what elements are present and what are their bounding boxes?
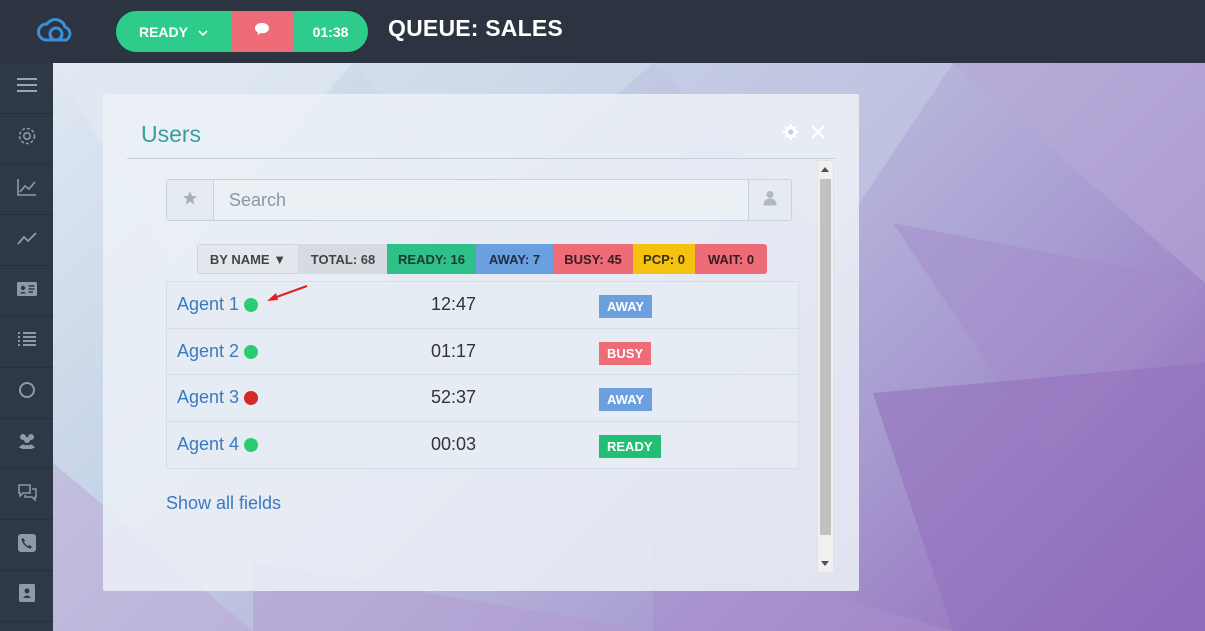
table-row: Agent 2 01:17 BUSY (167, 329, 798, 375)
filter-ready[interactable]: READY: 16 (387, 244, 476, 274)
gear-icon (781, 123, 799, 146)
sort-by-name-button[interactable]: BY NAME ▼ (197, 244, 299, 274)
favorites-button[interactable] (167, 180, 214, 220)
sidebar (0, 63, 53, 631)
gear-icon (16, 125, 38, 152)
chevron-down-icon (198, 24, 208, 40)
sidebar-item-id-card[interactable] (0, 266, 53, 317)
users-panel: Users BY NAME ▼ TOTAL: 68 READY (103, 94, 859, 591)
status-label: READY (138, 23, 188, 40)
id-card-icon (16, 278, 38, 305)
presence-dot (244, 344, 258, 359)
agent-name-link[interactable]: Agent 1 (177, 294, 239, 315)
chat-bubble-icon (254, 22, 270, 41)
close-icon (810, 124, 826, 145)
search-input[interactable] (214, 180, 748, 220)
chat-button[interactable] (231, 11, 293, 52)
agent-status-control: READY 01:38 (116, 11, 368, 52)
panel-close-button[interactable] (808, 124, 828, 144)
agent-name-link[interactable]: Agent 3 (177, 387, 239, 408)
circle-icon (16, 379, 38, 406)
sidebar-item-users[interactable] (0, 419, 53, 470)
sidebar-item-menu[interactable] (0, 63, 53, 114)
panel-tools (780, 123, 828, 146)
status-badge: READY (599, 434, 661, 458)
star-icon (182, 190, 198, 211)
agent-time: 52:37 (431, 387, 477, 407)
status-timer: 01:38 (293, 11, 368, 52)
presence-dot (244, 391, 258, 405)
status-dropdown[interactable]: READY (116, 11, 231, 52)
filter-away[interactable]: AWAY: 7 (476, 244, 553, 274)
filter-wait[interactable]: WAIT: 0 (695, 244, 767, 274)
line-chart-icon (16, 227, 38, 254)
status-badge: BUSY (599, 341, 652, 365)
users-icon (16, 430, 38, 457)
annotation-arrow-icon (267, 285, 308, 301)
panel-settings-button[interactable] (780, 123, 800, 146)
sidebar-item-line-chart[interactable] (0, 215, 53, 267)
agent-name-link[interactable]: Agent 4 (177, 434, 239, 455)
status-badge: AWAY (599, 295, 653, 318)
filter-busy[interactable]: BUSY: 45 (553, 244, 633, 274)
agent-time: 12:47 (431, 294, 477, 314)
sidebar-item-contacts[interactable] (0, 571, 53, 622)
cloud-logo[interactable] (36, 16, 76, 46)
sidebar-item-phone[interactable] (0, 520, 53, 571)
search-bar (166, 179, 792, 221)
phone-icon (16, 532, 38, 559)
filter-pcp[interactable]: PCP: 0 (633, 244, 695, 274)
status-filters: BY NAME ▼ TOTAL: 68 READY: 16 AWAY: 7 BU… (197, 244, 767, 274)
scroll-up-arrow[interactable] (821, 167, 829, 172)
agents-table: Agent 1 12:47 AWAY Agent 2 01:17 BUSY Ag… (166, 281, 799, 469)
sidebar-item-chat[interactable] (0, 469, 53, 521)
presence-dot (244, 298, 258, 312)
sidebar-item-circle[interactable] (0, 368, 53, 419)
agent-name-link[interactable]: Agent 2 (177, 341, 239, 362)
sidebar-item-area-chart[interactable] (0, 165, 53, 216)
scroll-thumb[interactable] (820, 179, 831, 535)
table-row: Agent 3 52:37 AWAY (167, 375, 798, 422)
agent-time: 00:03 (431, 433, 477, 454)
table-row: Agent 1 12:47 AWAY (167, 282, 798, 329)
user-filter-button[interactable] (748, 180, 791, 220)
area-chart-icon (16, 176, 38, 203)
agent-time: 01:17 (431, 340, 477, 361)
chat-icon (16, 481, 38, 508)
list-icon (16, 328, 38, 355)
menu-icon (16, 74, 38, 101)
presence-dot (244, 437, 258, 452)
scrollbar[interactable] (817, 160, 834, 573)
scroll-down-arrow[interactable] (821, 561, 829, 566)
top-bar: READY 01:38 QUEUE: SALES (0, 0, 1205, 63)
table-row: Agent 4 00:03 READY (167, 422, 798, 469)
contact-book-icon (16, 582, 38, 609)
filter-total[interactable]: TOTAL: 68 (299, 244, 387, 274)
sidebar-item-settings[interactable] (0, 114, 53, 165)
status-badge: AWAY (599, 388, 653, 411)
divider (127, 158, 835, 159)
queue-title: QUEUE: SALES (388, 15, 563, 41)
show-all-fields-link[interactable]: Show all fields (166, 493, 281, 514)
sidebar-item-list[interactable] (0, 317, 53, 368)
panel-title: Users (141, 121, 202, 147)
user-icon (763, 190, 777, 211)
